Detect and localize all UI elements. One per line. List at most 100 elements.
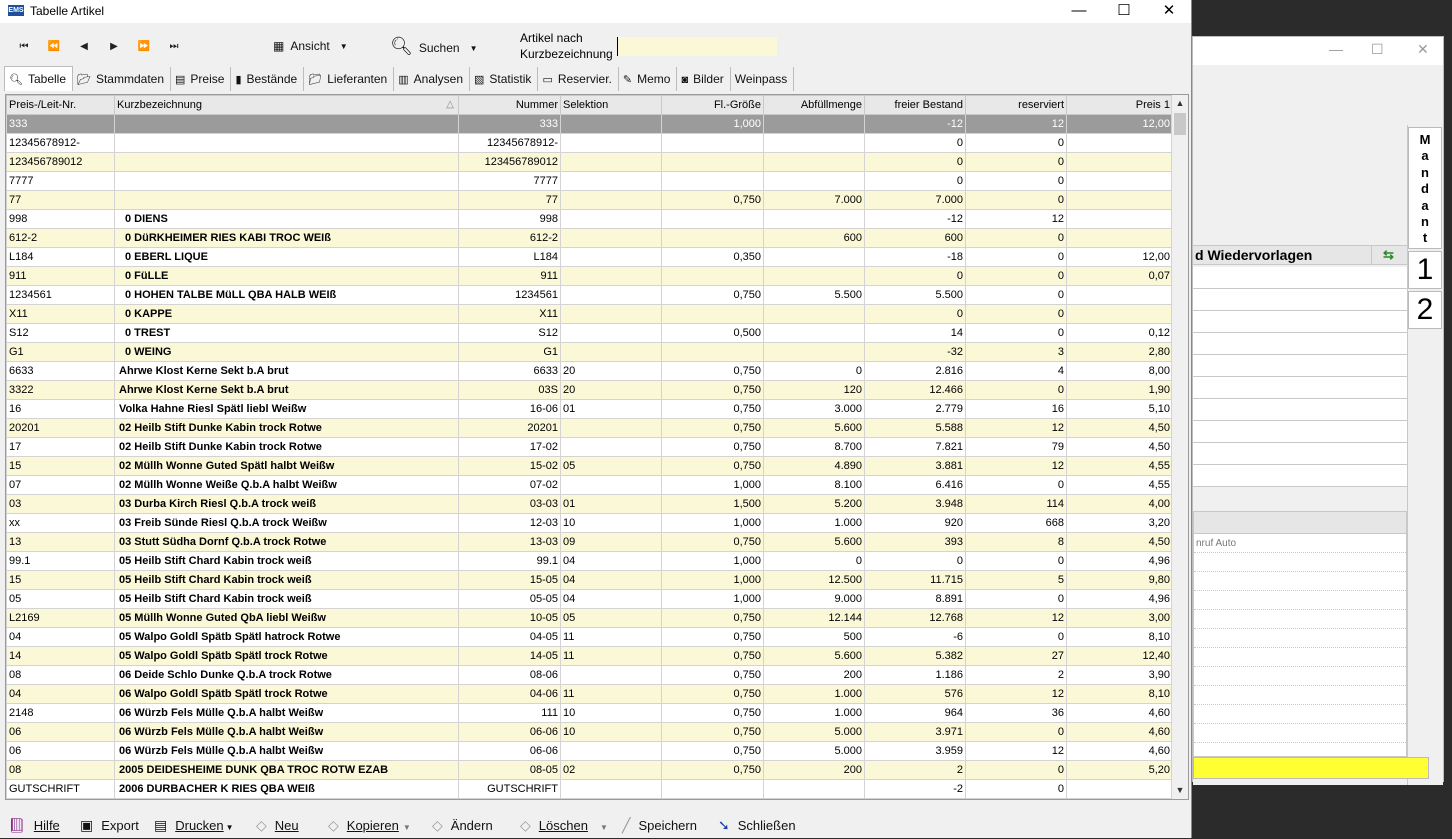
table-cell[interactable]: 12345678912- [6,133,115,153]
table-cell[interactable]: 1234561 [458,285,561,305]
first-record-button[interactable]: ⏮ [14,39,34,55]
table-cell[interactable]: 08 [6,760,115,780]
table-cell[interactable]: 3,20 [1066,513,1173,533]
table-row[interactable]: 07 02 Müllh Wonne Weiße Q.b.A halbt Weißw… [6,475,1173,495]
table-cell[interactable]: 0,750 [661,608,764,628]
table-row[interactable]: 14 05 Walpo Goldl Spätb Spätl trock Rotwe… [6,646,1173,666]
table-cell[interactable]: 03 Freib Sünde Riesl Q.b.A trock Weißw [114,513,459,533]
table-cell[interactable]: 114 [965,494,1067,514]
table-cell[interactable] [560,152,662,172]
table-cell[interactable]: 5.500 [864,285,966,305]
list-item[interactable] [1193,443,1407,465]
close-form-button[interactable]: ➘ Schließen [718,814,796,836]
table-cell[interactable]: 3,00 [1066,608,1173,628]
table-cell[interactable]: 20201 [6,418,115,438]
list-item[interactable] [1193,267,1407,289]
list-item[interactable] [1194,572,1406,591]
table-cell[interactable] [560,342,662,362]
table-cell[interactable]: 0 TREST [114,323,459,343]
table-cell[interactable]: 3.948 [864,494,966,514]
column-header-freier-bestand[interactable]: freier Bestand [864,95,966,115]
column-header-preis-leit-nr[interactable]: Preis-/Leit-Nr. [6,95,115,115]
table-row[interactable]: 15 05 Heilb Stift Chard Kabin trock weiß 1… [6,570,1173,590]
table-cell[interactable]: 5.000 [763,741,865,761]
table-cell[interactable]: 0,750 [661,532,764,552]
table-cell[interactable]: 16-06 [458,399,561,419]
table-row[interactable]: X11 0 KAPPE X11 0 0 [6,304,1173,324]
column-header-reserviert[interactable]: reserviert [965,95,1067,115]
table-cell[interactable]: 12 [965,456,1067,476]
tab-bilder[interactable]: ◙ Bilder [677,67,731,91]
table-cell[interactable] [1066,228,1173,248]
table-cell[interactable] [661,152,764,172]
table-cell[interactable]: 0 [965,760,1067,780]
table-cell[interactable]: 06 Würzb Fels Mülle Q.b.A halbt Weißw [114,722,459,742]
table-cell[interactable]: 1.000 [763,513,865,533]
table-cell[interactable]: 0,750 [661,646,764,666]
table-cell[interactable]: 920 [864,513,966,533]
table-cell[interactable]: 05 Heilb Stift Chard Kabin trock weiß [114,589,459,609]
list-item[interactable] [1193,377,1407,399]
table-cell[interactable]: 04 [6,684,115,704]
table-cell[interactable]: 13-03 [458,532,561,552]
edit-button[interactable]: ◇ Ändern [432,814,493,836]
table-row[interactable]: 77 77 0,750 7.000 7.000 0 [6,190,1173,210]
table-cell[interactable]: 1,500 [661,494,764,514]
table-cell[interactable] [560,209,662,229]
table-cell[interactable]: 0 [965,304,1067,324]
table-cell[interactable] [114,171,459,191]
table-row[interactable]: 7777 7777 0 0 [6,171,1173,191]
table-cell[interactable] [560,133,662,153]
list-item[interactable]: nruf Auto [1194,534,1406,553]
table-cell[interactable]: 05 [6,589,115,609]
table-cell[interactable]: 998 [458,209,561,229]
tab-analysen[interactable]: ▥ Analysen [394,67,471,91]
table-cell[interactable]: 08-05 [458,760,561,780]
table-cell[interactable]: 1.186 [864,665,966,685]
table-cell[interactable]: 0 [864,266,966,286]
table-cell[interactable]: 5.600 [763,418,865,438]
scroll-down-icon[interactable]: ▼ [1172,782,1188,799]
table-cell[interactable] [763,209,865,229]
table-cell[interactable]: 15 [6,570,115,590]
list-item[interactable] [1194,648,1406,667]
table-cell[interactable]: 0 [965,133,1067,153]
table-cell[interactable]: 8,00 [1066,361,1173,381]
table-cell[interactable]: 668 [965,513,1067,533]
column-header-preis-1[interactable]: Preis 1 [1066,95,1173,115]
table-cell[interactable]: 5.600 [763,532,865,552]
column-header-nummer[interactable]: Nummer [458,95,561,115]
table-row[interactable]: 17 02 Heilb Stift Dunke Kabin trock Rotwe… [6,437,1173,457]
table-cell[interactable]: 0 HOHEN TALBE MüLL QBA HALB WEIß [114,285,459,305]
table-cell[interactable]: 200 [763,760,865,780]
table-cell[interactable]: S12 [458,323,561,343]
table-cell[interactable]: 12-03 [458,513,561,533]
list-item[interactable] [1193,399,1407,421]
table-cell[interactable]: 03-03 [458,494,561,514]
table-cell[interactable]: 0 [864,304,966,324]
previous-record-button[interactable]: ◀ [74,39,94,55]
table-cell[interactable]: 20 [560,361,662,381]
table-cell[interactable]: 20201 [458,418,561,438]
table-row[interactable]: 2148 06 Würzb Fels Mülle Q.b.A halbt Weiß… [6,703,1173,723]
table-row[interactable]: 13 03 Stutt Südha Dornf Q.b.A trock Rotwe… [6,532,1173,552]
table-cell[interactable] [1066,304,1173,324]
table-cell[interactable]: 8 [965,532,1067,552]
table-cell[interactable] [560,779,662,799]
table-cell[interactable]: 2005 DEIDESHEIME DUNK QBA TROC ROTW EZAB [114,760,459,780]
table-cell[interactable] [763,152,865,172]
table-cell[interactable]: 5.600 [763,646,865,666]
table-row[interactable]: 03 03 Durba Kirch Riesl Q.b.A trock weiß 0… [6,494,1173,514]
table-cell[interactable]: 8,10 [1066,684,1173,704]
table-cell[interactable]: 2,80 [1066,342,1173,362]
table-cell[interactable] [763,266,865,286]
table-cell[interactable]: 08 [6,665,115,685]
table-cell[interactable]: 03 [6,494,115,514]
table-row[interactable]: 998 0 DIENS 998 -12 12 [6,209,1173,229]
list-item[interactable] [1194,610,1406,629]
table-cell[interactable]: 2 [864,760,966,780]
table-cell[interactable]: 5 [965,570,1067,590]
table-cell[interactable]: 06-06 [458,741,561,761]
table-cell[interactable] [560,247,662,267]
tab-memo[interactable]: ✎ Memo [619,67,678,91]
